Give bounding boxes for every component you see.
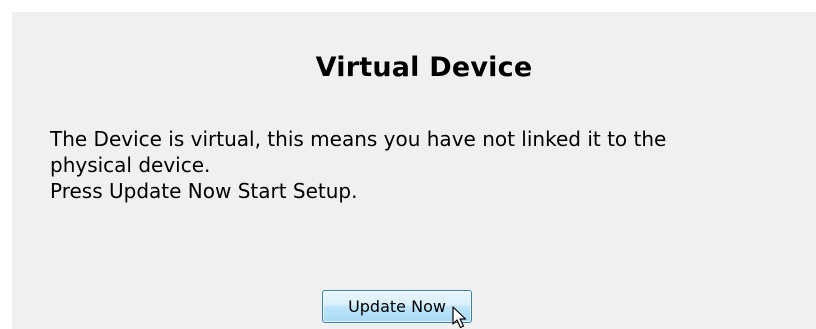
message-line-2: physical device. <box>50 153 211 177</box>
message-line-1: The Device is virtual, this means you ha… <box>50 127 667 151</box>
dialog-message: The Device is virtual, this means you ha… <box>50 126 750 204</box>
update-now-button[interactable]: Update Now <box>322 290 472 323</box>
dialog-title: Virtual Device <box>315 52 533 83</box>
window-background: Virtual Device The Device is virtual, th… <box>0 0 816 329</box>
message-line-3: Press Update Now Start Setup. <box>50 179 358 203</box>
